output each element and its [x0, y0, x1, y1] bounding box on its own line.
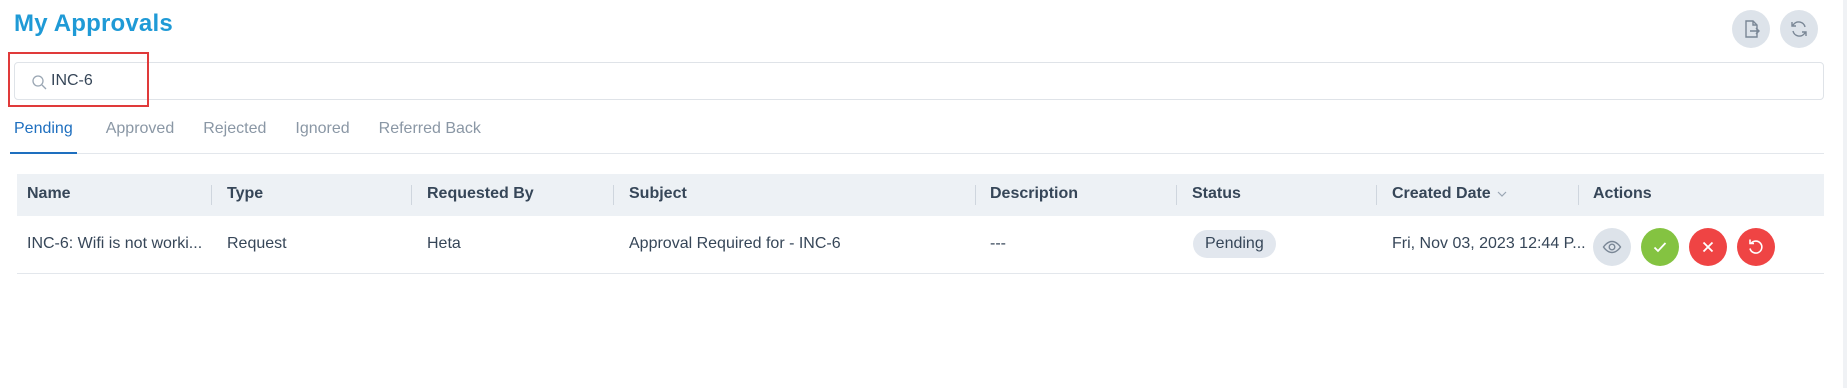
search-input[interactable] — [51, 63, 1811, 99]
refresh-icon — [1791, 21, 1807, 37]
table-header: Name Type Requested By Subject Descripti… — [17, 174, 1824, 216]
cell-requested-by: Heta — [427, 235, 461, 252]
header-created-date-label: Created Date — [1392, 185, 1491, 202]
cell-created-date: Fri, Nov 03, 2023 12:44 P... — [1392, 235, 1586, 252]
approve-button[interactable] — [1641, 228, 1679, 266]
tab-rejected[interactable]: Rejected — [203, 112, 266, 154]
undo-icon — [1749, 239, 1763, 254]
export-file-icon — [1745, 20, 1760, 38]
close-icon — [1702, 241, 1714, 253]
page-title: My Approvals — [14, 10, 173, 37]
header-requested-by[interactable]: Requested By — [427, 185, 534, 203]
column-divider[interactable] — [411, 185, 412, 205]
header-name[interactable]: Name — [27, 185, 71, 203]
tab-referred-back[interactable]: Referred Back — [379, 112, 481, 154]
view-button[interactable] — [1593, 228, 1631, 266]
eye-icon — [1602, 240, 1622, 254]
column-divider[interactable] — [613, 185, 614, 205]
column-divider[interactable] — [211, 185, 212, 205]
check-icon — [1653, 242, 1667, 253]
cell-name[interactable]: INC-6: Wifi is not worki... — [27, 235, 202, 253]
column-divider[interactable] — [1376, 185, 1377, 205]
status-badge: Pending — [1193, 230, 1276, 258]
tab-ignored[interactable]: Ignored — [295, 112, 349, 154]
cell-subject: Approval Required for - INC-6 — [629, 235, 841, 252]
column-divider[interactable] — [1578, 185, 1579, 205]
header-subject[interactable]: Subject — [629, 185, 687, 203]
export-button[interactable] — [1732, 10, 1770, 48]
refresh-button[interactable] — [1780, 10, 1818, 48]
tab-pending[interactable]: Pending — [10, 112, 77, 154]
approvals-table: Name Type Requested By Subject Descripti… — [17, 174, 1824, 274]
scroll-edge — [1843, 0, 1847, 388]
table-row[interactable]: INC-6: Wifi is not worki... Request Heta… — [17, 216, 1824, 274]
tab-approved[interactable]: Approved — [106, 112, 175, 154]
search-highlight-box — [8, 52, 149, 107]
refer-back-button[interactable] — [1737, 228, 1775, 266]
header-actions: Actions — [1593, 185, 1652, 202]
status-tabs: Pending Approved Rejected Ignored Referr… — [10, 112, 1824, 154]
cell-description: --- — [990, 235, 1006, 252]
header-description[interactable]: Description — [990, 185, 1078, 203]
header-created-date[interactable]: Created Date — [1392, 185, 1507, 203]
search-field — [14, 62, 1824, 100]
column-divider[interactable] — [975, 185, 976, 205]
header-type[interactable]: Type — [227, 185, 263, 203]
cell-type: Request — [227, 235, 287, 252]
reject-button[interactable] — [1689, 228, 1727, 266]
column-divider[interactable] — [1176, 185, 1177, 205]
header-status[interactable]: Status — [1192, 185, 1241, 203]
sort-desc-icon — [1497, 191, 1507, 197]
